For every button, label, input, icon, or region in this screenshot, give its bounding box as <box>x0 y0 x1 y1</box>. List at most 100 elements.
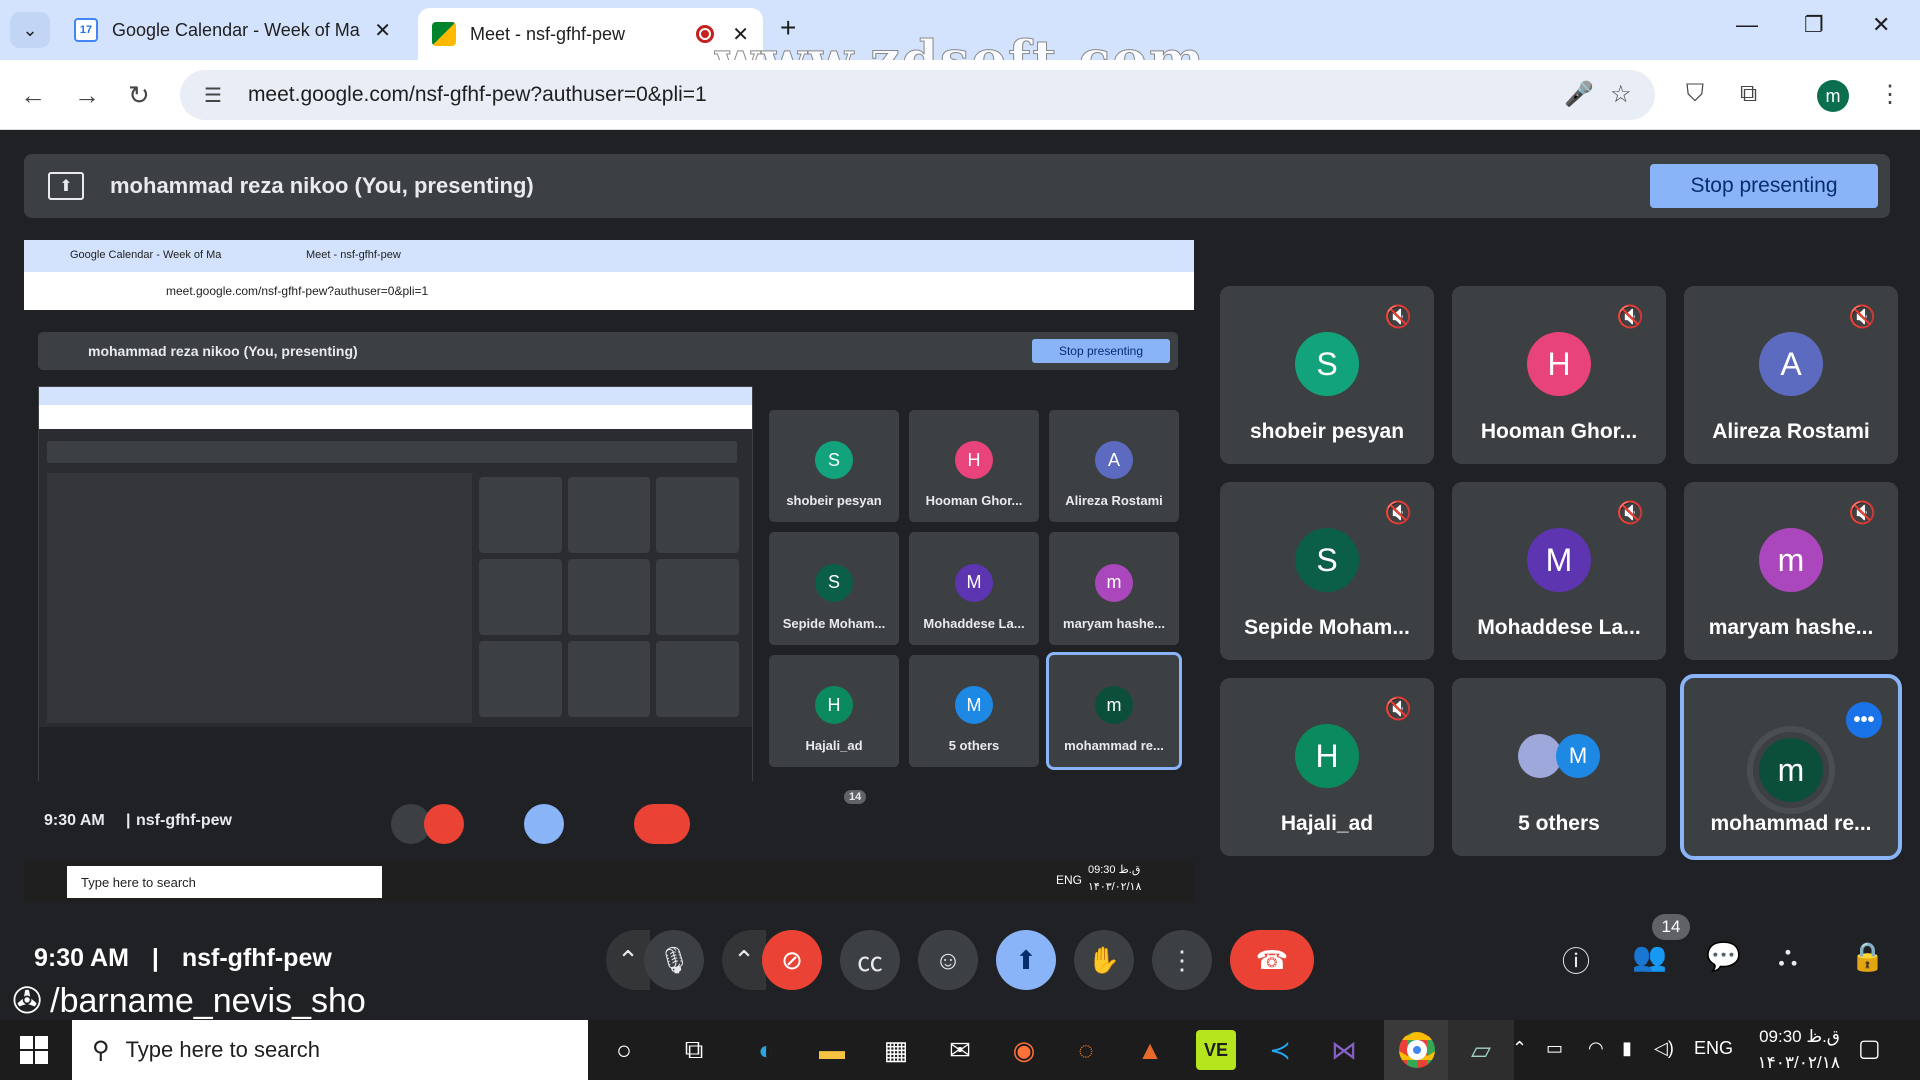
jupyter-icon[interactable]: ◌ <box>1066 1030 1106 1070</box>
chrome-icon[interactable] <box>1384 1020 1450 1080</box>
video-options-button[interactable]: ⌃ <box>722 930 766 990</box>
microphone-icon[interactable]: 🎤 <box>1564 80 1594 109</box>
volume-icon[interactable]: ◁) <box>1654 1038 1674 1059</box>
camera-off-button[interactable]: ⊘ <box>762 930 822 990</box>
shared-screen: Google Calendar - Week of Ma Meet - nsf-… <box>24 240 1194 902</box>
participant-tile[interactable]: ••• m mohammad re... <box>1680 674 1902 860</box>
chat-icon[interactable]: 💬 <box>1706 940 1741 973</box>
nested-participant-tile: M Mohaddese La... <box>909 532 1039 645</box>
task-view-icon[interactable]: ⧉ <box>674 1030 714 1070</box>
chevron-down-icon: ⌄ <box>22 19 38 40</box>
matlab-icon[interactable]: ▲ <box>1130 1030 1170 1070</box>
store-icon[interactable]: ▦ <box>876 1030 916 1070</box>
participant-tile[interactable]: 🔇 m maryam hashe... <box>1684 482 1898 660</box>
close-window-button[interactable]: ✕ <box>1872 12 1890 38</box>
clock-time: 09:30 ق.ظ <box>1759 1027 1840 1046</box>
participant-tile[interactable]: 🔇 A Alireza Rostami <box>1684 286 1898 464</box>
nested-avatar: H <box>815 686 853 725</box>
tab-google-calendar[interactable]: 17 Google Calendar - Week of Ma ✕ <box>60 8 405 52</box>
captions-icon: ㏄ <box>856 946 883 977</box>
raise-hand-button[interactable]: ✋ <box>1074 930 1134 990</box>
participant-name: Hajali_ad <box>1280 812 1374 835</box>
firefox-icon[interactable]: ◉ <box>1004 1030 1044 1070</box>
avatar: m <box>1759 528 1823 592</box>
language-indicator[interactable]: ENG <box>1694 1038 1733 1059</box>
nested-participant-name: shobeir pesyan <box>786 493 882 509</box>
vscode-icon[interactable]: ≺ <box>1260 1030 1300 1070</box>
visual-studio-icon[interactable]: ⋈ <box>1324 1030 1364 1070</box>
edge-icon[interactable]: ◐ <box>746 1030 786 1070</box>
taskbar-clock[interactable]: 09:30 ق.ظ ۱۴۰۳/۰۲/۱۸ <box>1740 1024 1841 1076</box>
more-options-button[interactable]: ⋮ <box>1152 930 1212 990</box>
more-options-icon[interactable]: ••• <box>1846 702 1882 738</box>
site-settings-icon[interactable]: ☰ <box>204 83 222 108</box>
search-placeholder: Type here to search <box>125 1037 321 1062</box>
present-screen-icon: ⬆ <box>48 172 84 200</box>
tab-meet[interactable]: Meet - nsf-gfhf-pew ✕ <box>418 8 763 60</box>
participant-tile[interactable]: 🔇 Sshobeir pesyan <box>1220 286 1434 464</box>
avatar: H <box>1527 332 1591 396</box>
notepad-icon[interactable]: ▱ <box>1448 1020 1514 1080</box>
back-icon[interactable]: ← <box>20 80 46 111</box>
stop-presenting-button[interactable]: Stop presenting <box>1650 164 1878 208</box>
captions-button[interactable]: ㏄ <box>840 930 900 990</box>
nested-participant-tile: H Hajali_ad <box>769 654 899 767</box>
nested-taskbar: Type here to search ENG 09:30 ق.ظ ۱۴۰۳/۰… <box>24 860 1194 902</box>
ve-app-icon[interactable]: VE <box>1196 1030 1236 1070</box>
tab-search-button[interactable]: ⌄ <box>10 12 50 48</box>
info-icon[interactable]: ⓘ <box>1562 940 1590 980</box>
hand-icon: ✋ <box>1087 944 1121 975</box>
participant-name: Hooman Ghor... <box>1480 420 1638 443</box>
chevron-up-icon: ⌃ <box>617 944 639 975</box>
nested-mini-screen <box>47 473 472 723</box>
nested-avatar: m <box>1095 563 1133 602</box>
battery-icon[interactable]: ▭ <box>1546 1038 1563 1059</box>
reactions-button[interactable]: ☺ <box>918 930 978 990</box>
present-button[interactable]: ⬆ <box>996 930 1056 990</box>
nested-participant-tile: Sshobeir pesyan <box>769 410 899 523</box>
participant-tile[interactable]: 🔇 S Sepide Moham... <box>1220 482 1434 660</box>
nested-participant-name: 5 others <box>948 738 1000 753</box>
close-icon[interactable]: ✕ <box>374 18 391 43</box>
people-icon[interactable]: 👥 <box>1632 940 1667 973</box>
tab-title: Meet - nsf-gfhf-pew <box>470 23 626 44</box>
participant-tile[interactable]: M 5 others <box>1452 678 1666 856</box>
reload-icon[interactable]: ↻ <box>128 80 150 111</box>
mail-icon[interactable]: ✉ <box>940 1030 980 1070</box>
cortana-icon[interactable]: ○ <box>604 1030 644 1070</box>
extensions-icon[interactable]: ⧉ <box>1740 80 1757 108</box>
nested-participant-name: Hajali_ad <box>805 738 863 753</box>
participant-name: Alireza Rostami <box>1712 420 1870 443</box>
restore-button[interactable]: ❐ <box>1804 12 1824 38</box>
nested-participant-tile: S Sepide Moham... <box>769 532 899 645</box>
wifi-icon[interactable]: ◠ <box>1588 1038 1604 1059</box>
forward-icon[interactable]: → <box>74 80 100 111</box>
nested-participant-tile: A Alireza Rostami <box>1049 410 1179 523</box>
taskbar-search-input[interactable]: ⚲ Type here to search <box>72 1020 588 1080</box>
nested-separator: | <box>126 812 131 829</box>
minimize-button[interactable]: — <box>1736 12 1758 38</box>
host-controls-icon[interactable]: 🔒 <box>1850 940 1885 973</box>
windows-start-icon[interactable] <box>20 1036 48 1064</box>
leave-call-button[interactable]: ☎ <box>1230 930 1314 990</box>
shield-icon[interactable]: ⛉ <box>1686 80 1704 108</box>
nested-participant-name: maryam hashe... <box>1063 615 1165 631</box>
presenting-label: mohammad reza nikoo (You, presenting) <box>110 173 534 198</box>
participant-tile[interactable]: 🔇 H Hajali_ad <box>1220 678 1434 856</box>
omnibox[interactable]: ☰ meet.google.com/nsf-gfhf-pew?authuser=… <box>180 70 1655 120</box>
nested-stop-presenting: Stop presenting <box>1032 339 1170 363</box>
activities-icon[interactable]: ⛬ <box>1778 940 1798 973</box>
participant-tile[interactable]: 🔇 H Hooman Ghor... <box>1452 286 1666 464</box>
file-explorer-icon[interactable]: ▬ <box>812 1030 852 1070</box>
avatar: m <box>1759 738 1823 802</box>
microphone-button[interactable]: 🎙 <box>644 930 704 990</box>
menu-icon[interactable]: ⋮ <box>1878 80 1902 109</box>
profile-avatar[interactable]: m <box>1817 80 1849 112</box>
tray-overflow-icon[interactable]: ⌃ <box>1512 1038 1527 1059</box>
participant-tile[interactable]: 🔇 M Mohaddese La... <box>1452 482 1666 660</box>
meet-icon <box>432 22 456 46</box>
notifications-icon[interactable]: ▢ <box>1858 1034 1881 1063</box>
nested-participant-name: mohammad re... <box>1064 738 1164 753</box>
microphone-tray-icon[interactable]: ▮ <box>1622 1038 1632 1059</box>
star-icon[interactable]: ☆ <box>1610 80 1632 109</box>
